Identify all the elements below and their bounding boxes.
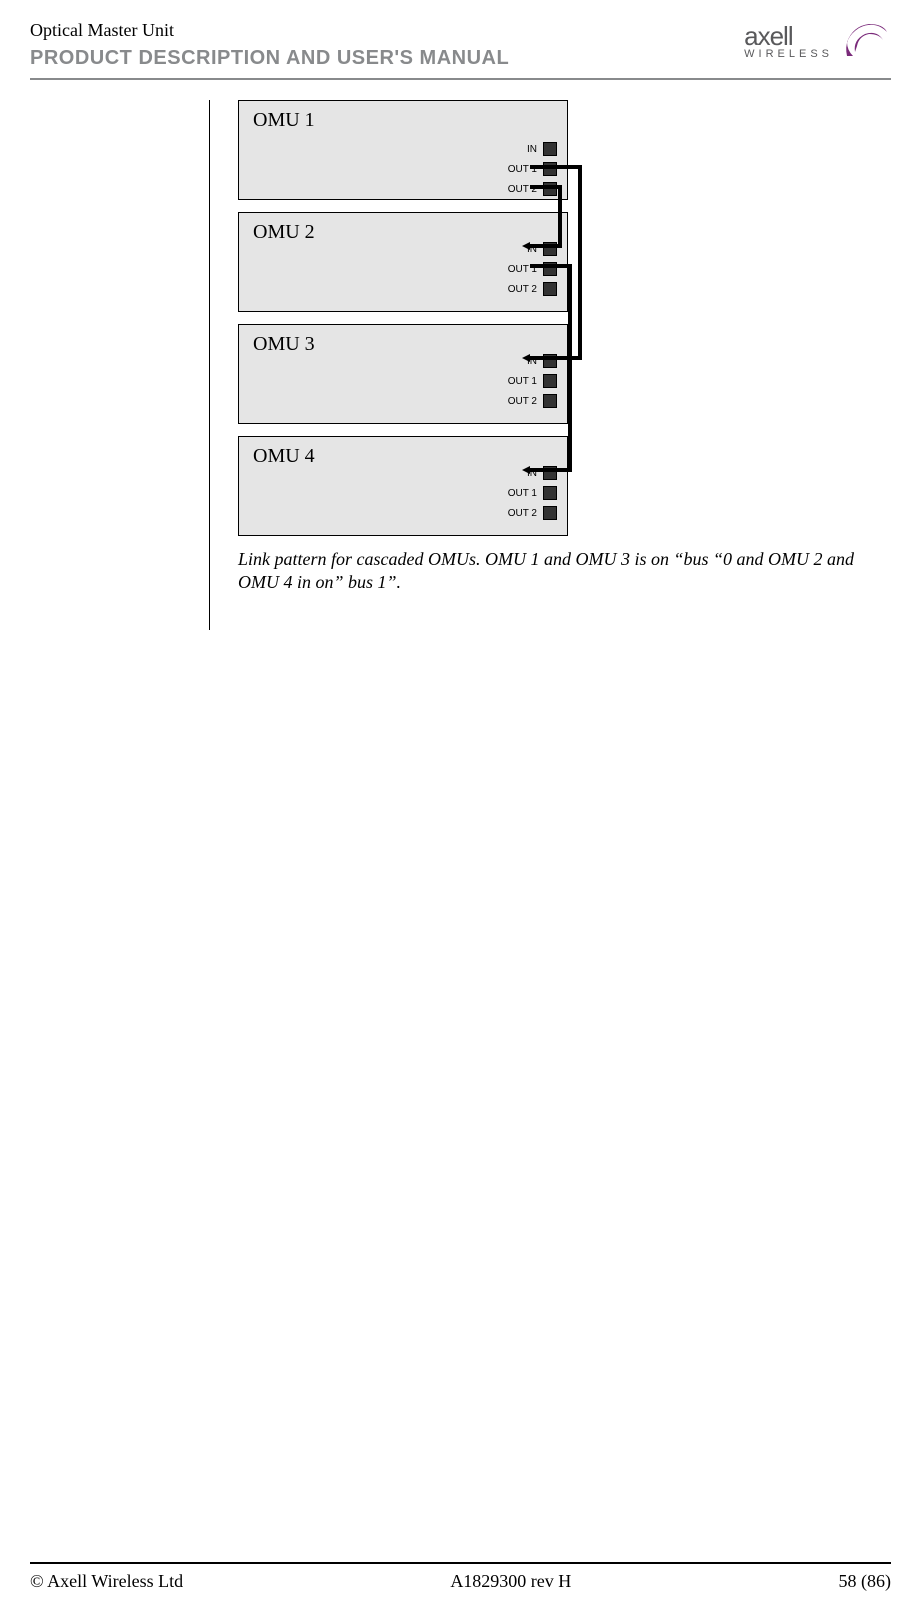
omu-box-4: OMU 4 IN OUT 1 OUT 2: [238, 436, 568, 536]
omu-label: OMU 2: [253, 221, 315, 244]
sidebar: [30, 100, 210, 630]
omu-box-1: OMU 1 IN OUT 1 OUT 2: [238, 100, 568, 200]
swirl-icon: [839, 18, 891, 60]
port-icon: [543, 282, 557, 296]
port-icon: [543, 354, 557, 368]
port-label-in: IN: [527, 468, 537, 479]
port-label-out2: OUT 2: [508, 284, 537, 295]
port-icon: [543, 394, 557, 408]
port-icon: [543, 506, 557, 520]
port-label-in: IN: [527, 144, 537, 155]
main-content: OMU 1 IN OUT 1 OUT 2 OMU 2 IN OUT 1 OUT …: [210, 100, 891, 630]
port-label-out1: OUT 1: [508, 376, 537, 387]
port-icon: [543, 374, 557, 388]
omu-label: OMU 4: [253, 445, 315, 468]
port-label-out1: OUT 1: [508, 164, 537, 175]
port-label-out2: OUT 2: [508, 508, 537, 519]
omu-label: OMU 1: [253, 109, 315, 132]
logo-subtext: WIRELESS: [744, 48, 833, 60]
port-icon: [543, 466, 557, 480]
port-icon: [543, 142, 557, 156]
port-label-out1: OUT 1: [508, 264, 537, 275]
figure-caption: Link pattern for cascaded OMUs. OMU 1 an…: [238, 548, 891, 595]
port-icon: [543, 486, 557, 500]
port-icon: [543, 242, 557, 256]
footer-docid: A1829300 rev H: [450, 1571, 571, 1592]
port-label-out2: OUT 2: [508, 396, 537, 407]
port-label-out2: OUT 2: [508, 184, 537, 195]
port-label-in: IN: [527, 356, 537, 367]
port-icon: [543, 182, 557, 196]
port-icon: [543, 162, 557, 176]
footer-page-number: 58 (86): [839, 1571, 892, 1592]
omu-label: OMU 3: [253, 333, 315, 356]
port-label-in: IN: [527, 244, 537, 255]
footer-divider: [30, 1562, 891, 1564]
footer-copyright: © Axell Wireless Ltd: [30, 1571, 183, 1592]
omu-box-2: OMU 2 IN OUT 1 OUT 2: [238, 212, 568, 312]
port-icon: [543, 262, 557, 276]
omu-box-3: OMU 3 IN OUT 1 OUT 2: [238, 324, 568, 424]
port-label-out1: OUT 1: [508, 488, 537, 499]
page-footer: © Axell Wireless Ltd A1829300 rev H 58 (…: [30, 1571, 891, 1592]
brand-logo: axell WIRELESS: [744, 18, 891, 60]
